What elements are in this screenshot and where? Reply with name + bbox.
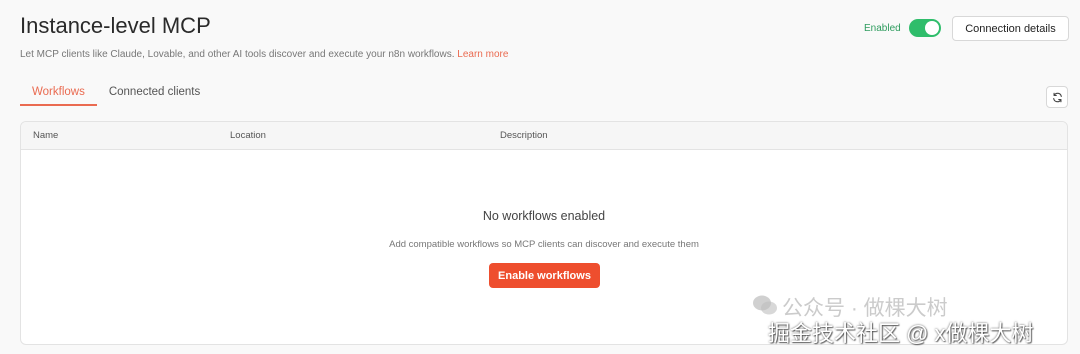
empty-state-description: Add compatible workflows so MCP clients … [389, 239, 699, 250]
empty-state-title: No workflows enabled [482, 209, 606, 223]
page-title: Instance-level MCP [20, 13, 211, 38]
subtitle-text: Let MCP clients like Claude, Lovable, an… [20, 49, 455, 60]
enabled-label: Enabled [864, 22, 901, 34]
table-header: Name Location Description [21, 122, 1067, 150]
tab-bar: Workflows Connected clients [20, 82, 212, 106]
enable-workflows-button[interactable]: Enable workflows [489, 263, 600, 288]
refresh-icon [1052, 92, 1062, 102]
page-subtitle: Let MCP clients like Claude, Lovable, an… [20, 49, 508, 60]
tab-workflows[interactable]: Workflows [20, 82, 97, 106]
column-header-name[interactable]: Name [33, 130, 58, 141]
toggle-knob [924, 21, 939, 35]
enabled-toggle[interactable] [908, 19, 941, 37]
column-header-description[interactable]: Description [500, 130, 548, 141]
tab-connected-clients[interactable]: Connected clients [97, 82, 212, 106]
refresh-button[interactable] [1046, 86, 1068, 108]
column-header-location[interactable]: Location [230, 130, 266, 141]
workflows-table: Name Location Description No workflows e… [20, 121, 1068, 345]
connection-details-button[interactable]: Connection details [952, 16, 1069, 41]
learn-more-link[interactable]: Learn more [457, 49, 508, 60]
enabled-control: Enabled [864, 19, 941, 37]
